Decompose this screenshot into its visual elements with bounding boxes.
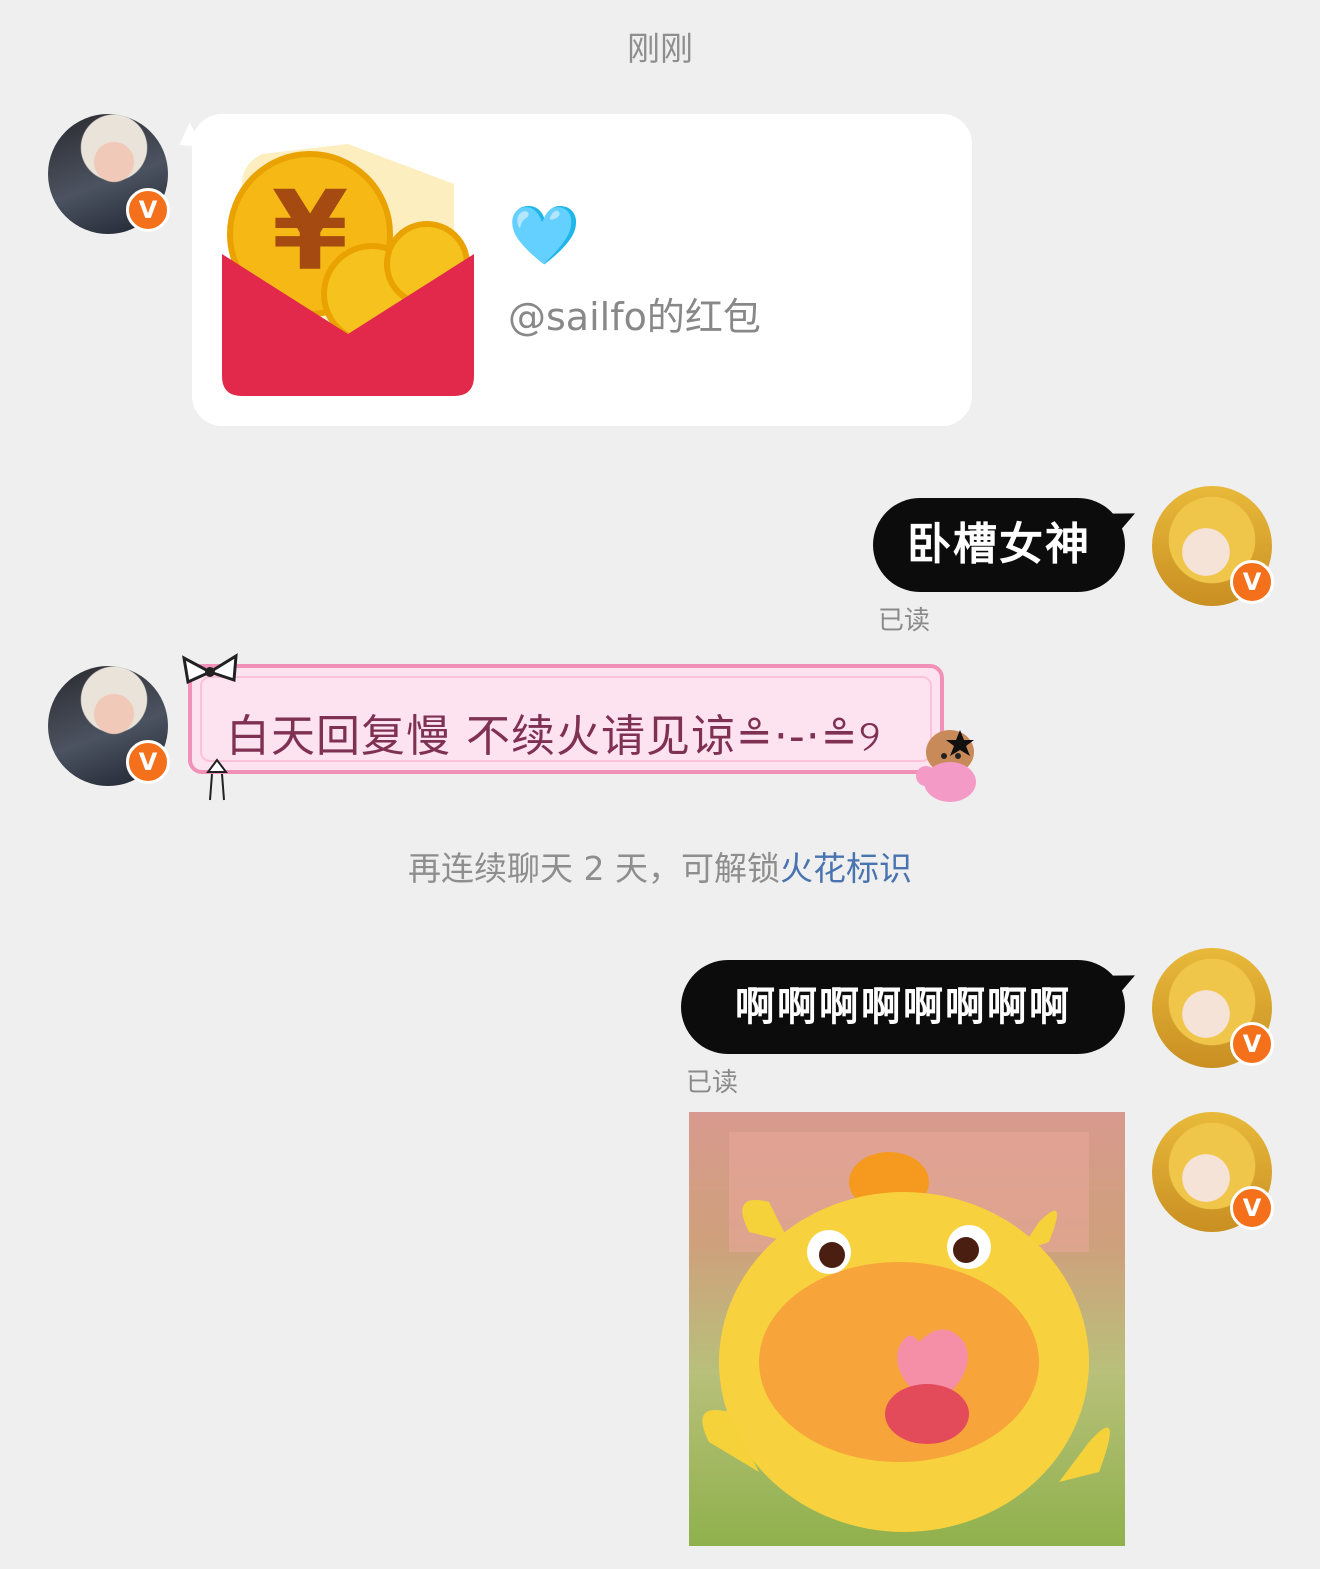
message-bubble[interactable]: 啊啊啊啊啊啊啊啊 <box>681 960 1125 1054</box>
timestamp: 刚刚 <box>627 29 693 68</box>
verified-badge-icon: V <box>126 740 170 784</box>
blue-heart-icon: 🩵 <box>508 201 581 269</box>
message-text: 白天回复慢 不续火请见谅≗·-·≗୨ <box>226 711 882 762</box>
red-packet-icon: ¥ <box>222 144 474 396</box>
read-status: 已读 <box>686 1068 739 1098</box>
notice-text: 再连续聊天 2 天，可解锁 <box>408 849 780 888</box>
red-packet-label: @sailfo的红包 <box>508 295 761 339</box>
contact-avatar[interactable]: V <box>48 114 170 234</box>
my-avatar[interactable]: V <box>1152 1112 1274 1232</box>
verified-badge-icon: V <box>1230 560 1274 604</box>
my-avatar[interactable]: V <box>1152 486 1274 606</box>
yellow-creature-sticker-icon <box>702 1132 1110 1532</box>
sticker-image[interactable] <box>689 1112 1125 1546</box>
verified-badge-icon: V <box>126 188 170 232</box>
contact-avatar[interactable]: V <box>48 666 170 786</box>
yuan-symbol: ¥ <box>272 167 349 295</box>
spark-badge-link[interactable]: 火花标识 <box>780 849 912 888</box>
my-avatar[interactable]: V <box>1152 948 1274 1068</box>
verified-badge-icon: V <box>1230 1022 1274 1066</box>
ribbon-bow-icon <box>182 653 238 685</box>
puppy-sticker-icon <box>916 730 976 802</box>
verified-badge-icon: V <box>1230 1186 1274 1230</box>
ribbon-charm-icon <box>206 758 228 801</box>
system-notice: 再连续聊天 2 天，可解锁火花标识 <box>0 842 1320 890</box>
message-bubble[interactable]: 卧槽女神 <box>873 498 1125 592</box>
read-status: 已读 <box>878 606 931 636</box>
